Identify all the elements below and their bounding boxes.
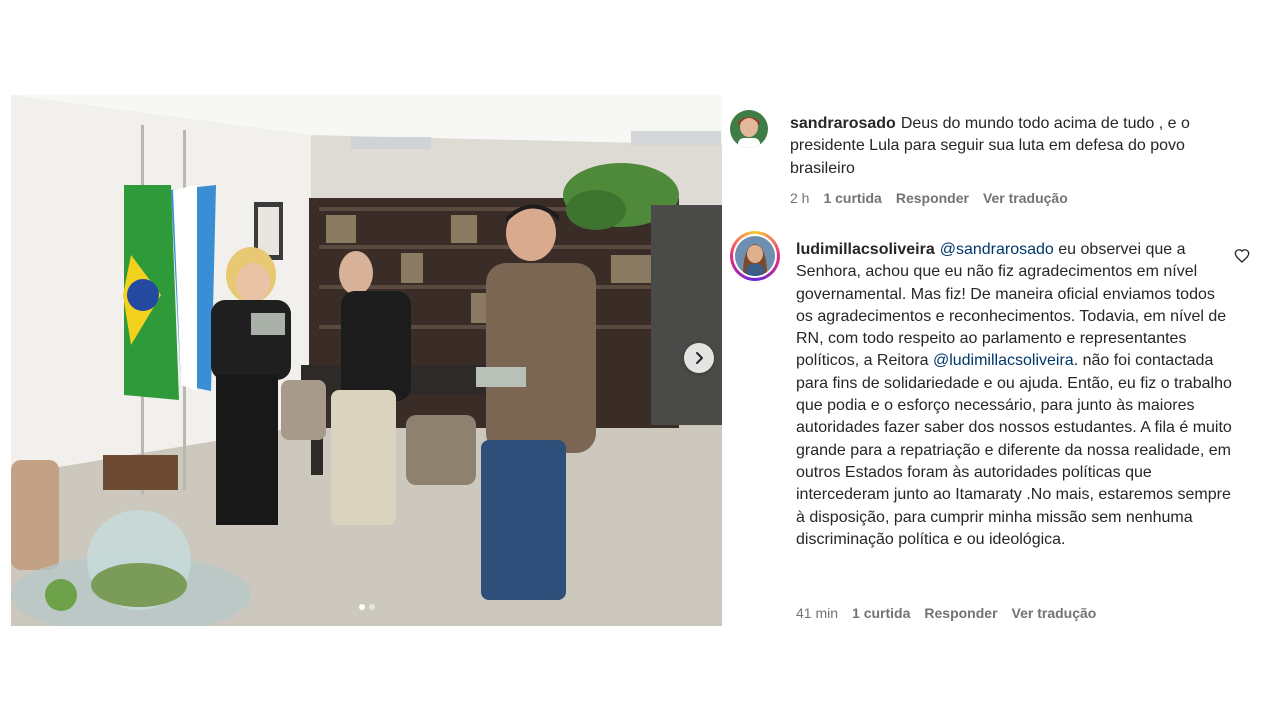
carousel-indicator	[11, 604, 722, 610]
comment-time: 41 min	[796, 605, 839, 621]
comment-meta: 2 h 1 curtida Responder Ver tradução	[790, 190, 1068, 206]
comment-time: 2 h	[790, 190, 810, 206]
reply-button[interactable]: Responder	[924, 605, 997, 621]
avatar[interactable]	[730, 231, 780, 281]
comment-body: sandrarosado Deus do mundo todo acima de …	[790, 113, 1230, 180]
comment-likes[interactable]: 1 curtida	[852, 605, 910, 621]
heart-outline-icon[interactable]	[1234, 248, 1250, 264]
comment-text: . não foi contactada para fins de solida…	[796, 352, 1232, 548]
post-photo[interactable]	[11, 95, 722, 626]
see-translation-button[interactable]: Ver tradução	[1012, 605, 1097, 621]
comment-text: eu observei que a Senhora, achou que eu …	[796, 241, 1227, 370]
office-scene-illustration	[11, 95, 722, 626]
chevron-right-icon	[696, 352, 703, 364]
carousel-dot-active	[358, 604, 365, 610]
avatar-ring-inner	[733, 234, 777, 278]
avatar[interactable]	[730, 110, 768, 148]
comment-body: ludimillacsoliveira @sandrarosado eu obse…	[796, 239, 1234, 551]
comment-username[interactable]: sandrarosado	[790, 115, 896, 132]
carousel-dot	[368, 604, 375, 610]
mention-link[interactable]: @ludimillacsoliveira	[933, 352, 1074, 369]
avatar-photo	[735, 236, 775, 276]
comment-item: ludimillacsoliveira @sandrarosado eu obse…	[730, 231, 1232, 631]
next-slide-button[interactable]	[684, 343, 714, 373]
reply-button[interactable]: Responder	[896, 190, 969, 206]
comment-likes[interactable]: 1 curtida	[823, 190, 881, 206]
comment-meta: 41 min 1 curtida Responder Ver tradução	[796, 605, 1096, 621]
avatar-photo	[730, 110, 768, 148]
see-translation-button[interactable]: Ver tradução	[983, 190, 1068, 206]
comment-item: sandrarosado Deus do mundo todo acima de …	[730, 110, 1230, 215]
comment-username[interactable]: ludimillacsoliveira	[796, 241, 935, 258]
mention-link[interactable]: @sandrarosado	[940, 241, 1054, 258]
